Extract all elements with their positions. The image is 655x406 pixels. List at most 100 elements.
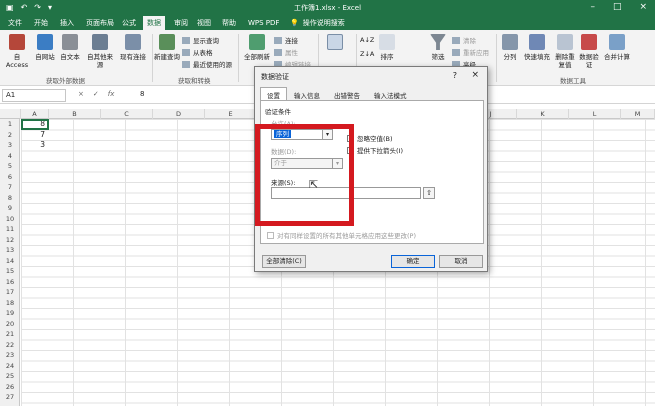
connections-button[interactable]: 连接 [274, 35, 298, 45]
tab-view[interactable]: 视图 [193, 16, 215, 30]
consolidate-button[interactable]: 合并计算 [602, 34, 632, 61]
row-headers: 1 2 3 4 5 6 7 8 9 10 11 12 13 14 15 16 1… [0, 119, 20, 406]
row-header[interactable]: 14 [0, 256, 20, 266]
row-header[interactable]: 22 [0, 340, 20, 350]
column-header[interactable]: E [205, 109, 257, 119]
flash-fill-button[interactable]: 快速填充 [522, 34, 552, 61]
row-header[interactable]: 8 [0, 193, 20, 203]
row-header[interactable]: 12 [0, 235, 20, 245]
tab-insert[interactable]: 插入 [56, 16, 78, 30]
sort-ascending-button[interactable]: A↓Z [360, 36, 374, 44]
sort-descending-button[interactable]: Z↓A [360, 50, 374, 58]
title-bar: ▣ ↶ ↷ ▾ 工作簿1.xlsx - Excel – □ × [0, 0, 655, 16]
clear-all-button[interactable]: 全部清除(C) [262, 255, 306, 268]
existing-connections-button[interactable]: 现有连接 [118, 34, 148, 61]
column-header[interactable]: C [101, 109, 153, 119]
clear-icon [452, 36, 460, 44]
dialog-close-icon[interactable]: × [471, 70, 479, 80]
tab-home[interactable]: 开始 [30, 16, 52, 30]
divider [496, 34, 497, 82]
globe-icon [37, 34, 53, 50]
tab-data[interactable]: 数据 [143, 16, 165, 30]
column-header[interactable]: A [21, 109, 49, 119]
access-icon [9, 34, 25, 50]
from-other-sources-button[interactable]: 自其他来源 [84, 34, 116, 69]
select-all-corner[interactable] [0, 109, 21, 119]
insert-function-icon[interactable]: fx [108, 90, 115, 98]
tab-file[interactable]: 文件 [4, 16, 26, 30]
cancel-button[interactable]: 取消 [439, 255, 483, 268]
tell-me-search[interactable]: 💡 操作说明搜索 [290, 16, 345, 30]
column-header[interactable]: L [569, 109, 621, 119]
row-header[interactable]: 4 [0, 151, 20, 161]
clear-button[interactable]: 清除 [452, 35, 476, 45]
formula-input[interactable]: 8 [140, 90, 144, 98]
text-to-columns-button[interactable]: 分列 [500, 34, 520, 61]
row-header[interactable]: 7 [0, 182, 20, 192]
from-text-button[interactable]: 自文本 [58, 34, 82, 61]
row-header[interactable]: 9 [0, 203, 20, 213]
row-header[interactable]: 27 [0, 392, 20, 402]
group-label-get-external-data: 获取外部数据 [46, 77, 85, 85]
row-header[interactable]: 11 [0, 224, 20, 234]
tab-wps-pdf[interactable]: WPS PDF [244, 16, 283, 30]
row-header[interactable]: 13 [0, 245, 20, 255]
row-header[interactable]: 17 [0, 287, 20, 297]
properties-button[interactable]: 属性 [274, 47, 298, 57]
column-header[interactable]: M [621, 109, 655, 119]
row-header[interactable]: 24 [0, 361, 20, 371]
data-validation-button[interactable]: 数据验证 [578, 34, 600, 69]
row-header[interactable]: 6 [0, 172, 20, 182]
highlight-box [255, 124, 354, 226]
cancel-icon[interactable]: × [78, 90, 84, 98]
row-header[interactable]: 10 [0, 214, 20, 224]
tab-formulas[interactable]: 公式 [118, 16, 140, 30]
ok-button[interactable]: 确定 [391, 255, 435, 268]
in-cell-dropdown-checkbox[interactable]: ✓ 提供下拉箭头(I) [347, 145, 403, 155]
refresh-all-button[interactable]: 全部刷新 [242, 34, 272, 61]
column-header[interactable]: K [517, 109, 569, 119]
confirm-icon[interactable]: ✓ [93, 90, 99, 98]
row-header[interactable]: 15 [0, 266, 20, 276]
from-table-button[interactable]: 从表格 [182, 47, 213, 57]
sort-button[interactable]: 排序 [376, 34, 398, 61]
filter-button[interactable]: 筛选 [428, 34, 448, 61]
mouse-cursor-icon: ⇱ [309, 178, 319, 191]
row-header[interactable]: 5 [0, 161, 20, 171]
from-web-button[interactable]: 自网站 [33, 34, 57, 61]
row-header[interactable]: 25 [0, 371, 20, 381]
other-sources-icon [92, 34, 108, 50]
minimize-icon[interactable]: – [590, 2, 595, 12]
row-header[interactable]: 23 [0, 350, 20, 360]
reapply-button[interactable]: 重新应用 [452, 47, 489, 57]
row-header[interactable]: 21 [0, 329, 20, 339]
close-icon[interactable]: × [639, 2, 647, 12]
show-queries-button[interactable]: 显示查询 [182, 35, 219, 45]
tab-review[interactable]: 审阅 [170, 16, 192, 30]
row-header[interactable]: 19 [0, 308, 20, 318]
apply-all-checkbox[interactable]: 对有同样设置的所有其他单元格应用这些更改(P) [267, 230, 416, 240]
help-icon[interactable]: ? [453, 71, 457, 80]
row-header[interactable]: 18 [0, 298, 20, 308]
tab-help[interactable]: 帮助 [218, 16, 240, 30]
name-box[interactable]: A1 [2, 89, 66, 102]
divider [152, 34, 153, 82]
column-header[interactable]: D [153, 109, 205, 119]
consolidate-icon [609, 34, 625, 50]
new-query-icon [159, 34, 175, 50]
row-header[interactable]: 20 [0, 319, 20, 329]
cell-a2[interactable]: 7 [17, 130, 45, 140]
stocks-button[interactable] [320, 34, 350, 53]
tab-page-layout[interactable]: 页面布局 [82, 16, 118, 30]
remove-duplicates-button[interactable]: 删除重复值 [554, 34, 576, 69]
maximize-icon[interactable]: □ [613, 2, 622, 12]
recent-sources-button[interactable]: 最近使用的源 [182, 59, 232, 69]
refresh-icon [249, 34, 265, 50]
collapse-dialog-icon[interactable]: ⇧ [423, 187, 435, 199]
column-header[interactable]: B [49, 109, 101, 119]
row-header[interactable]: 26 [0, 382, 20, 392]
cell-a3[interactable]: 3 [17, 140, 45, 150]
new-query-button[interactable]: 新建查询 [154, 34, 180, 61]
from-access-button[interactable]: 自 Access [2, 34, 32, 69]
row-header[interactable]: 16 [0, 277, 20, 287]
